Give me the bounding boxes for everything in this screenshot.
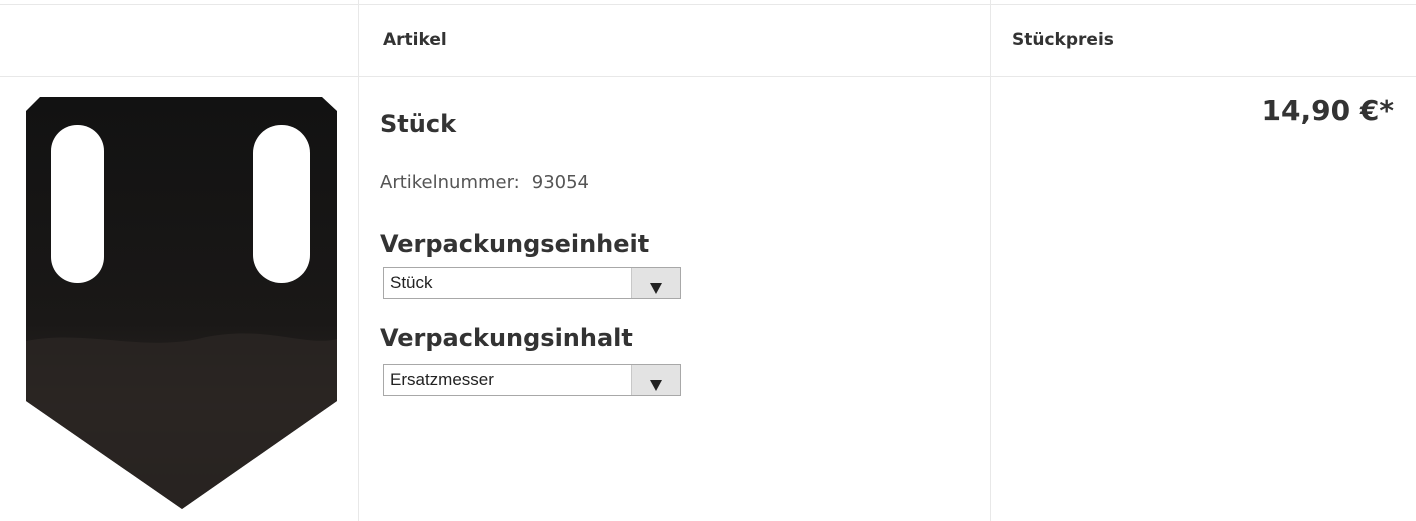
packaging-unit-select[interactable]: Stück xyxy=(383,267,681,299)
article-number-label: Artikelnummer: xyxy=(380,172,520,193)
packaging-content-select[interactable]: Ersatzmesser xyxy=(383,364,681,396)
unit-price: 14,90 €* xyxy=(1261,94,1394,127)
column-divider xyxy=(358,0,359,521)
row-divider xyxy=(0,76,1416,77)
article-number: Artikelnummer: 93054 xyxy=(380,172,589,193)
column-header-article: Artikel xyxy=(383,30,447,50)
dropdown-button[interactable] xyxy=(631,268,680,298)
row-divider xyxy=(0,4,1416,5)
column-divider xyxy=(990,0,991,521)
packaging-unit-value: Stück xyxy=(390,273,433,292)
product-table: Artikel Stückpreis Stück Artikelnummer: 9… xyxy=(0,0,1416,521)
dropdown-button[interactable] xyxy=(631,365,680,395)
article-number-value: 93054 xyxy=(531,172,590,193)
triangle-down-icon xyxy=(650,283,662,294)
product-image[interactable] xyxy=(26,97,338,509)
column-header-unit-price: Stückpreis xyxy=(1012,30,1114,50)
triangle-down-icon xyxy=(650,380,662,391)
product-title[interactable]: Stück xyxy=(380,110,456,138)
packaging-unit-label: Verpackungseinheit xyxy=(380,230,650,258)
packaging-content-label: Verpackungsinhalt xyxy=(380,324,633,352)
packaging-content-value: Ersatzmesser xyxy=(390,370,494,389)
